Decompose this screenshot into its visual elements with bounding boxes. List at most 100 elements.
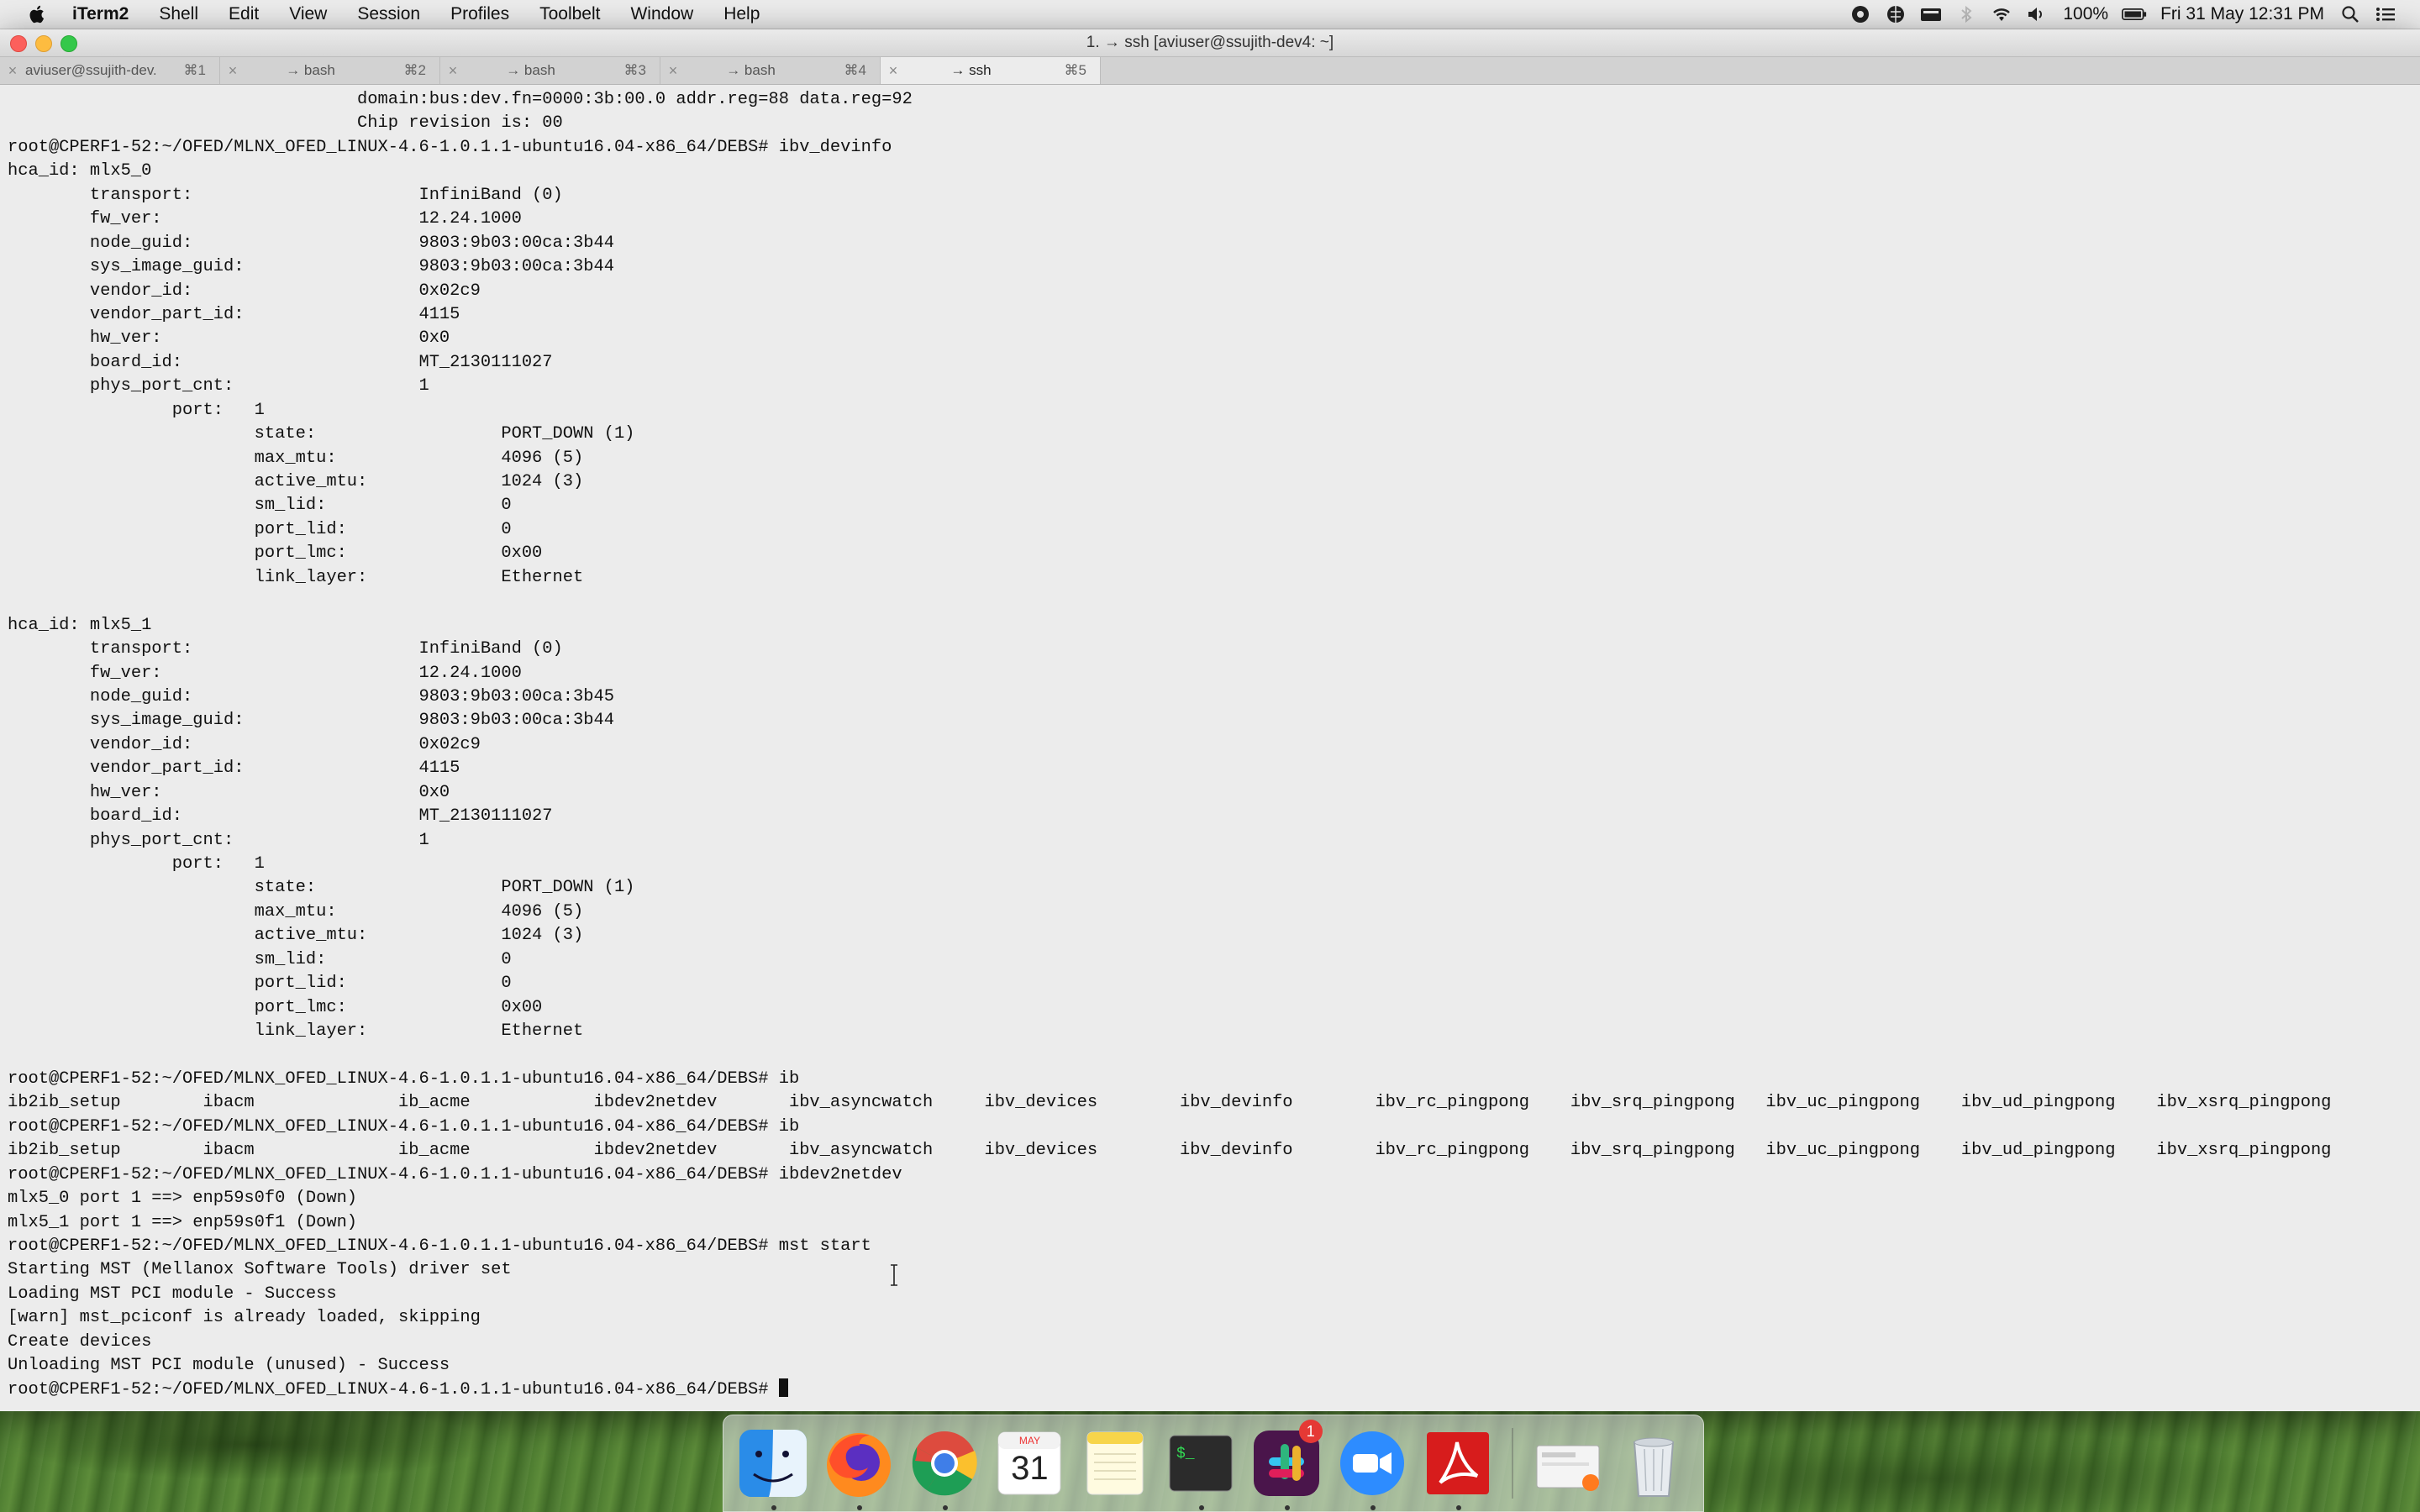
terminal-line: node_guid: 9803:9b03:00ca:3b45 <box>8 686 614 706</box>
menu-view[interactable]: View <box>274 4 342 24</box>
tab-shortcut: ⌘1 <box>183 62 206 78</box>
tab-shortcut: ⌘2 <box>403 62 426 78</box>
tab-3[interactable]: × → bash ⌘3 <box>440 57 660 84</box>
zoom-icon <box>1339 1431 1404 1495</box>
menu-profiles[interactable]: Profiles <box>435 4 524 24</box>
calendar-day: 31 <box>1011 1450 1049 1487</box>
terminal-line: active_mtu: 1024 (3) <box>8 472 584 491</box>
close-window-button[interactable] <box>10 35 27 52</box>
tab-label: → bash <box>506 62 555 78</box>
terminal-line: phys_port_cnt: 1 <box>8 830 429 850</box>
menu-clock[interactable]: Fri 31 May 12:31 PM <box>2152 4 2333 24</box>
wifi-icon[interactable] <box>1989 4 2014 24</box>
spotlight-search-icon[interactable] <box>2338 4 2363 24</box>
dock-trash[interactable] <box>1616 1425 1691 1502</box>
menu-shell[interactable]: Shell <box>144 4 213 24</box>
dock-acrobat[interactable] <box>1420 1425 1496 1510</box>
terminal-line: sm_lid: 0 <box>8 496 512 516</box>
dock-calendar[interactable]: MAY 31 <box>992 1425 1067 1502</box>
record-icon[interactable] <box>1848 4 1873 24</box>
tab-5-active[interactable]: × → ssh ⌘5 <box>881 57 1101 84</box>
terminal-cursor <box>778 1378 788 1397</box>
vpn-globe-icon[interactable] <box>1883 4 1908 24</box>
dock-notes[interactable] <box>1077 1425 1153 1502</box>
terminal-line: mlx5_0 port 1 ==> enp59s0f0 (Down) <box>8 1189 358 1209</box>
terminal-line: ib2ib_setup ibacm ib_acme ibdev2netdev i… <box>8 1093 2332 1113</box>
terminal-prompt-line[interactable]: root@CPERF1-52:~/OFED/MLNX_OFED_LINUX-4.… <box>8 1378 2395 1402</box>
terminal-line: root@CPERF1-52:~/OFED/MLNX_OFED_LINUX-4.… <box>8 1116 800 1137</box>
minimize-window-button[interactable] <box>35 35 52 52</box>
terminal-output[interactable]: domain:bus:dev.fn=0000:3b:00.0 addr.reg=… <box>0 85 2395 1411</box>
terminal-line: sm_lid: 0 <box>8 949 512 969</box>
terminal-icon: $_ <box>1169 1435 1233 1492</box>
terminal-line: board_id: MT_2130111027 <box>8 806 553 827</box>
tab-4[interactable]: × → bash ⌘4 <box>660 57 881 84</box>
notification-center-icon[interactable] <box>2373 4 2398 24</box>
window-title: 1. → ssh [aviuser@ssujith-dev4: ~] <box>1086 34 1334 51</box>
apple-menu-icon[interactable] <box>24 4 52 24</box>
terminal-line: mlx5_1 port 1 ==> enp59s0f1 (Down) <box>8 1212 358 1232</box>
text-cursor-ibeam-icon <box>891 1264 897 1286</box>
menu-window[interactable]: Window <box>615 4 708 24</box>
menu-toolbelt[interactable]: Toolbelt <box>524 4 615 24</box>
slack-notification-badge: 1 <box>1298 1420 1323 1443</box>
tab-close-icon[interactable]: × <box>881 62 906 80</box>
terminal-line: Starting MST (Mellanox Software Tools) d… <box>8 1260 512 1280</box>
dock-downloads-stack[interactable] <box>1530 1425 1606 1502</box>
tab-shortcut: ⌘5 <box>1064 62 1086 78</box>
terminal-line: port_lid: 0 <box>8 519 512 539</box>
dock-terminal[interactable]: $_ <box>1163 1425 1239 1510</box>
firefox-icon <box>826 1433 891 1497</box>
tab-close-icon[interactable]: × <box>660 62 686 80</box>
terminal-line: hca_id: mlx5_0 <box>8 161 152 181</box>
chrome-icon <box>912 1431 977 1496</box>
battery-percent: 100% <box>2063 4 2109 24</box>
tab-close-icon[interactable]: × <box>0 62 25 80</box>
terminal-line: vendor_id: 0x02c9 <box>8 734 481 754</box>
drive-icon[interactable] <box>1918 4 1944 24</box>
dock-zoom[interactable] <box>1334 1425 1410 1510</box>
dock-firefox[interactable] <box>821 1425 897 1510</box>
svg-text:$_: $_ <box>1176 1446 1195 1462</box>
menu-session[interactable]: Session <box>342 4 435 24</box>
zoom-window-button[interactable] <box>60 35 77 52</box>
tab-close-icon[interactable]: × <box>220 62 245 80</box>
tab-shortcut: ⌘4 <box>844 62 866 78</box>
terminal-line: root@CPERF1-52:~/OFED/MLNX_OFED_LINUX-4.… <box>8 1164 902 1184</box>
terminal-line: port: 1 <box>8 400 265 420</box>
tab-label: → bash <box>726 62 776 78</box>
tab-1[interactable]: × aviuser@ssujith-dev... ⌘1 <box>0 57 220 84</box>
menu-app-name[interactable]: iTerm2 <box>52 4 144 24</box>
terminal-line: root@CPERF1-52:~/OFED/MLNX_OFED_LINUX-4.… <box>8 1068 800 1089</box>
trash-icon <box>1634 1437 1675 1497</box>
terminal-line: domain:bus:dev.fn=0000:3b:00.0 addr.reg=… <box>8 90 913 109</box>
acrobat-icon <box>1426 1432 1489 1494</box>
terminal-line: transport: InfiniBand (0) <box>8 185 563 205</box>
terminal-line: fw_ver: 12.24.1000 <box>8 663 522 683</box>
terminal-line: Create devices <box>8 1331 152 1352</box>
terminal-scrollbar[interactable] <box>2395 85 2420 1411</box>
dock-slack[interactable]: 1 <box>1249 1420 1324 1510</box>
volume-icon[interactable] <box>2024 4 2049 24</box>
terminal-line: link_layer: Ethernet <box>8 567 584 587</box>
terminal-line: transport: InfiniBand (0) <box>8 639 563 659</box>
tab-2[interactable]: × → bash ⌘2 <box>220 57 440 84</box>
terminal-line: fw_ver: 12.24.1000 <box>8 209 522 229</box>
terminal-line: Unloading MST PCI module (unused) - Succ… <box>8 1356 450 1376</box>
battery-icon[interactable] <box>2122 4 2147 24</box>
tab-close-icon[interactable]: × <box>440 62 466 80</box>
tab-label: → ssh <box>950 62 992 78</box>
window-titlebar[interactable]: 1. → ssh [aviuser@ssujith-dev4: ~] <box>0 29 2420 57</box>
terminal-line: node_guid: 9803:9b03:00ca:3b44 <box>8 233 614 253</box>
notes-icon <box>1086 1431 1144 1495</box>
bluetooth-icon[interactable] <box>1954 4 1979 24</box>
menu-help[interactable]: Help <box>708 4 775 24</box>
menu-edit[interactable]: Edit <box>213 4 274 24</box>
calendar-month: MAY <box>1018 1435 1040 1446</box>
finder-icon <box>739 1430 807 1497</box>
dock-finder[interactable] <box>735 1425 811 1510</box>
terminal-line: vendor_id: 0x02c9 <box>8 281 481 301</box>
dock-chrome[interactable] <box>907 1425 982 1510</box>
